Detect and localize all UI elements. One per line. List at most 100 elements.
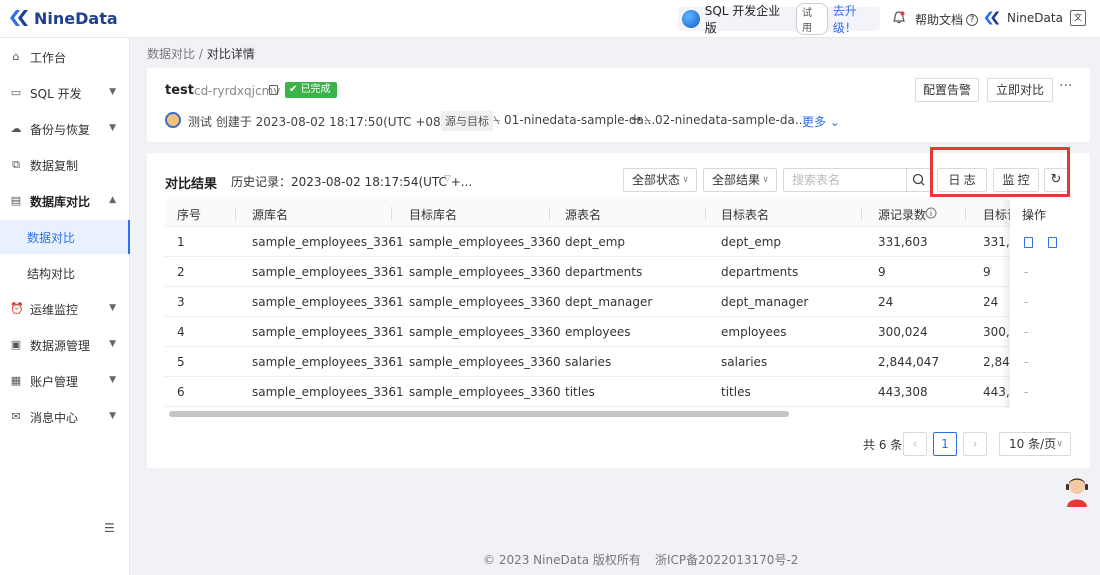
search-icon[interactable] — [906, 169, 930, 191]
support-avatar-icon[interactable] — [1063, 475, 1091, 507]
cell-src-table: dept_emp — [565, 235, 626, 249]
breadcrumb-separator: / — [198, 47, 203, 61]
upgrade-promo[interactable]: SQL 开发企业版 试用 去升级！ — [678, 3, 880, 35]
status-text: 已完成 — [300, 84, 331, 95]
table-row: 4 sample_employees_3361 sample_employees… — [165, 317, 1072, 347]
chevron-down-icon: ∨ — [682, 175, 689, 185]
chevron-down-icon: ▼ — [109, 375, 116, 385]
result-filter-select[interactable]: 全部结果 ∨ — [703, 168, 777, 192]
prev-page-button[interactable]: ‹ — [903, 432, 927, 456]
status-filter-select[interactable]: 全部状态 ∨ — [623, 168, 697, 192]
cell-dst-table: departments — [721, 265, 799, 279]
cell-dst-table: salaries — [721, 355, 768, 369]
page-size-select[interactable]: 10 条/页 ∨ — [999, 432, 1071, 456]
sidebar-item-messages[interactable]: ✉ 消息中心 ▼ — [0, 400, 130, 434]
help-docs-link[interactable]: 帮助文档 ? — [915, 11, 979, 28]
more-actions-icon[interactable]: ··· — [1059, 78, 1072, 94]
home-icon: ⌂ — [12, 50, 20, 63]
sidebar-item-account[interactable]: ▦ 账户管理 ▼ — [0, 364, 130, 398]
horizontal-scrollbar[interactable] — [169, 411, 789, 417]
upgrade-link[interactable]: 去升级！ — [833, 2, 880, 36]
table-row: 2 sample_employees_3361 sample_employees… — [165, 257, 1072, 287]
language-icon[interactable]: 文 — [1070, 10, 1086, 26]
breadcrumb-current: 对比详情 — [206, 47, 255, 61]
sidebar-item-label: 结构对比 — [27, 266, 76, 281]
compare-now-button[interactable]: 立即对比 — [987, 78, 1053, 102]
cell-dst-db: sample_employees_3360 — [409, 235, 561, 249]
bell-icon[interactable] — [893, 11, 905, 25]
column-header: 源库名 — [252, 208, 289, 222]
no-op-dash: - — [1024, 355, 1029, 369]
chevron-down-icon: ▼ — [109, 339, 116, 349]
info-icon[interactable] — [925, 207, 937, 219]
sidebar-item-label: 数据复制 — [30, 158, 79, 173]
more-label: 更多 — [802, 115, 827, 129]
arrow-right-icon: → — [631, 112, 642, 126]
backup-icon: ☁ — [10, 122, 22, 135]
logo[interactable]: NineData — [8, 8, 118, 28]
sidebar-item-label: 备份与恢复 — [30, 122, 91, 137]
cell-dst-db: sample_employees_3360 — [409, 265, 561, 279]
chevron-down-icon: ▼ — [109, 411, 116, 421]
cell-src-count: 9 — [878, 265, 886, 279]
search-input[interactable] — [784, 169, 902, 191]
configure-alarm-button[interactable]: 配置告警 — [915, 78, 979, 102]
sidebar-item-workbench[interactable]: ⌂ 工作台 — [0, 40, 130, 74]
breadcrumb-parent[interactable]: 数据对比 — [147, 47, 195, 61]
cell-src-db: sample_employees_3361 — [252, 265, 404, 279]
cell-no: 3 — [177, 295, 185, 309]
sidebar-item-backup[interactable]: ☁ 备份与恢复 ▼ — [0, 112, 130, 146]
results-table: 序号 源库名 目标库名 源表名 目标表名 源记录数 目标记 1 sample_e… — [165, 199, 1072, 409]
sidebar-item-replication[interactable]: ⧉ 数据复制 — [0, 148, 130, 182]
column-header: 源记录数 — [878, 208, 927, 222]
help-label: 帮助文档 — [915, 13, 964, 27]
target-db: ⍀ 02-ninedata-sample-da... — [644, 113, 807, 127]
page-number-button[interactable]: 1 — [933, 432, 957, 456]
table-row: 3 sample_employees_3361 sample_employees… — [165, 287, 1072, 317]
cell-no: 5 — [177, 355, 185, 369]
cell-src-db: sample_employees_3361 — [252, 355, 404, 369]
chevron-up-icon: ▲ — [109, 195, 116, 205]
icp-link[interactable]: 浙ICP备2022013170号-2 — [655, 551, 798, 568]
sidebar-item-sql-dev[interactable]: ▭ SQL 开发 ▼ — [0, 76, 130, 110]
details-icon[interactable] — [1024, 237, 1033, 248]
table-row: 5 sample_employees_3361 sample_employees… — [165, 347, 1072, 377]
log-button[interactable]: 日 志 — [937, 168, 987, 192]
cell-src-count: 300,024 — [878, 325, 928, 339]
cell-dst-table: dept_manager — [721, 295, 809, 309]
collapse-sidebar-icon[interactable]: ☰ — [104, 521, 115, 535]
cell-src-count: 443,308 — [878, 385, 928, 399]
chevron-down-icon[interactable]: ▽ — [444, 174, 451, 184]
copy-icon[interactable] — [269, 85, 278, 95]
next-page-button[interactable]: › — [963, 432, 987, 456]
source-target-label: 源与目标 — [441, 111, 493, 131]
target-db-name: 02-ninedata-sample-da... — [655, 113, 807, 127]
sidebar-item-label: 数据库对比 — [30, 194, 91, 209]
sidebar-item-data-compare[interactable]: 数据对比 — [0, 220, 130, 254]
sidebar-item-datasource[interactable]: ▣ 数据源管理 ▼ — [0, 328, 130, 362]
table-search — [783, 168, 931, 192]
sidebar-item-db-compare[interactable]: ▤ 数据库对比 ▲ — [0, 184, 130, 218]
cell-src-count: 331,603 — [878, 235, 928, 249]
cell-src-table: dept_manager — [565, 295, 653, 309]
cell-dst-table: titles — [721, 385, 751, 399]
cell-no: 4 — [177, 325, 185, 339]
message-icon: ✉ — [11, 410, 21, 423]
task-id: cd-ryrdxqjcmv — [194, 84, 281, 98]
history-select[interactable]: 历史记录：2023-08-02 18:17:54(UTC +... — [231, 173, 472, 190]
avatar — [165, 112, 181, 128]
globe-icon — [682, 10, 700, 28]
user-name: NineData — [1007, 11, 1063, 25]
report-icon[interactable] — [1048, 237, 1057, 248]
column-header: 操作 — [1022, 208, 1047, 222]
cell-src-db: sample_employees_3361 — [252, 325, 404, 339]
cell-no: 6 — [177, 385, 185, 399]
sidebar-item-label: 消息中心 — [30, 410, 79, 425]
monitor-button[interactable]: 监 控 — [993, 168, 1039, 192]
refresh-icon[interactable]: ↻ — [1044, 168, 1068, 192]
sidebar-item-ops-monitor[interactable]: ⏰ 运维监控 ▼ — [0, 292, 130, 326]
sidebar-item-schema-compare[interactable]: 结构对比 — [0, 256, 130, 290]
cell-dst-db: sample_employees_3360 — [409, 355, 561, 369]
more-dropdown[interactable]: 更多 ⌄ — [802, 113, 840, 130]
user-menu[interactable]: NineData — [983, 9, 1063, 27]
